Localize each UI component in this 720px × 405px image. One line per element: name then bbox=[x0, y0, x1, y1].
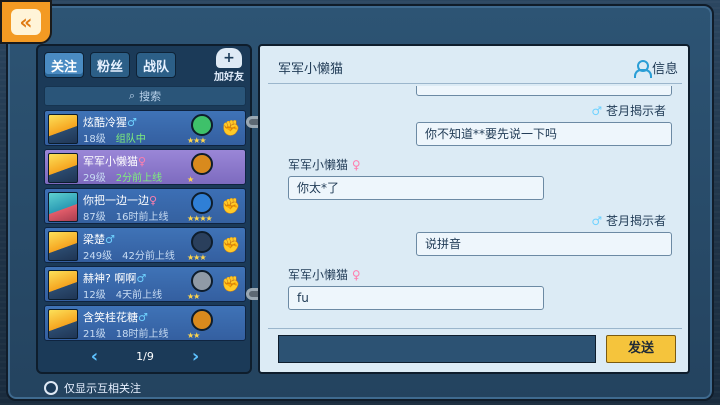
tab-follow[interactable]: 关注 bbox=[44, 52, 84, 78]
friend-status: 4天前上线 bbox=[115, 290, 163, 301]
search-input[interactable]: ⌕ 搜索 bbox=[44, 86, 246, 106]
friend-row[interactable]: 你把一边一边♀ 87级 16时前上线 ★★★★ ✊ bbox=[44, 188, 246, 224]
pagination: ‹ 1/9 › bbox=[44, 344, 246, 368]
chat-input-area: 发送 bbox=[268, 328, 682, 368]
page-indicator: 1/9 bbox=[136, 349, 154, 363]
chat-header: 军军小懒猫 信息 bbox=[268, 52, 682, 84]
next-page-button[interactable]: › bbox=[192, 346, 199, 367]
rank-stars: ★★★ bbox=[187, 136, 206, 145]
chat-panel: 军军小懒猫 信息 ♂ 苍月揭示者 你不知道**要先说一下吗 军军小懒猫 ♀ 你太… bbox=[258, 44, 690, 374]
rank-stars: ★★★ bbox=[187, 253, 206, 262]
tab-fans[interactable]: 粉丝 bbox=[90, 52, 130, 78]
chat-title: 军军小懒猫 bbox=[278, 62, 344, 77]
rank-badge-icon bbox=[191, 192, 213, 214]
message-bubble-partial bbox=[416, 86, 672, 96]
message-sender: ♂ 苍月揭示者 bbox=[591, 104, 666, 118]
add-friend-label: 加好友 bbox=[214, 72, 244, 83]
male-icon: ♂ bbox=[105, 233, 115, 246]
info-button[interactable]: 信息 bbox=[633, 58, 678, 78]
friend-name: 梁楚 bbox=[83, 233, 105, 246]
person-icon bbox=[633, 59, 652, 78]
male-icon: ♂ bbox=[127, 116, 137, 129]
friend-list-panel: 关注 粉丝 战队 + 加好友 ⌕ 搜索 炫酷冷猩♂ 18级 组队中 ★★★ ✊ 军… bbox=[36, 44, 252, 374]
back-button[interactable]: « bbox=[0, 0, 52, 44]
friend-status: 2分前上线 bbox=[115, 173, 163, 184]
friend-status: 组队中 bbox=[115, 134, 146, 145]
rank-stars: ★ bbox=[187, 175, 194, 184]
tab-team[interactable]: 战队 bbox=[136, 52, 176, 78]
mutual-only-label: 仅显示互相关注 bbox=[64, 382, 141, 395]
male-icon: ♂ bbox=[591, 104, 603, 118]
avatar bbox=[48, 309, 78, 339]
info-label: 信息 bbox=[651, 62, 678, 77]
female-icon: ♀ bbox=[351, 268, 361, 282]
friend-row[interactable]: 赫神? 啊啊♂ 12级 4天前上线 ★★ ✊ bbox=[44, 266, 246, 302]
friend-level: 21级 bbox=[83, 329, 106, 340]
search-icon: ⌕ bbox=[128, 89, 136, 102]
mutual-only-toggle[interactable]: 仅显示互相关注 bbox=[44, 380, 141, 396]
message-bubble: 你太*了 bbox=[288, 176, 544, 200]
male-icon: ♂ bbox=[591, 214, 603, 228]
rank-stars: ★★★★ bbox=[187, 214, 213, 223]
male-icon: ♂ bbox=[138, 311, 148, 324]
prev-page-button[interactable]: ‹ bbox=[91, 346, 98, 367]
friend-level: 87级 bbox=[83, 212, 106, 223]
male-icon: ♂ bbox=[136, 272, 147, 285]
message-list: ♂ 苍月揭示者 你不知道**要先说一下吗 军军小懒猫 ♀ 你太*了 ♂ 苍月揭示… bbox=[268, 86, 682, 324]
avatar bbox=[48, 114, 78, 144]
message-sender: 军军小懒猫 ♀ bbox=[288, 268, 361, 282]
friend-level: 18级 bbox=[83, 134, 106, 145]
friend-name: 赫神? 啊啊 bbox=[83, 272, 137, 285]
friend-level: 12级 bbox=[83, 290, 106, 301]
rank-badge-icon bbox=[191, 114, 213, 136]
fist-icon[interactable]: ✊ bbox=[221, 119, 241, 137]
female-icon: ♀ bbox=[138, 155, 147, 168]
friend-level: 249级 bbox=[83, 251, 113, 262]
avatar bbox=[48, 231, 78, 261]
message-bubble: 说拼音 bbox=[416, 232, 672, 256]
chat-input[interactable] bbox=[278, 335, 596, 363]
fist-icon[interactable]: ✊ bbox=[221, 275, 241, 293]
add-friend-icon: + bbox=[216, 48, 242, 68]
fist-icon[interactable]: ✊ bbox=[221, 236, 241, 254]
friend-row[interactable]: 军军小懒猫♀ 29级 2分前上线 ★ bbox=[44, 149, 246, 185]
friend-status: 18时前上线 bbox=[115, 329, 169, 340]
friend-name: 炫酷冷猩 bbox=[83, 116, 127, 129]
radio-icon[interactable] bbox=[44, 381, 58, 395]
friend-status: 42分前上线 bbox=[122, 251, 175, 262]
friend-row[interactable]: 炫酷冷猩♂ 18级 组队中 ★★★ ✊ bbox=[44, 110, 246, 146]
rank-badge-icon bbox=[191, 153, 213, 175]
avatar bbox=[48, 270, 78, 300]
friend-status: 16时前上线 bbox=[115, 212, 169, 223]
rank-stars: ★★ bbox=[187, 331, 200, 340]
rank-badge-icon bbox=[191, 309, 213, 331]
female-icon: ♀ bbox=[149, 194, 158, 207]
back-arrow-icon: « bbox=[11, 9, 41, 35]
friend-name: 你把一边一边 bbox=[83, 194, 149, 207]
search-placeholder: 搜索 bbox=[139, 90, 162, 103]
message-sender: 军军小懒猫 ♀ bbox=[288, 158, 361, 172]
friend-name: 军军小懒猫 bbox=[83, 155, 138, 168]
friend-row[interactable]: 梁楚♂ 249级 42分前上线 ★★★ ✊ bbox=[44, 227, 246, 263]
send-button[interactable]: 发送 bbox=[606, 335, 676, 363]
rank-badge-icon bbox=[191, 231, 213, 253]
friend-list: 炫酷冷猩♂ 18级 组队中 ★★★ ✊ 军军小懒猫♀ 29级 2分前上线 ★ 你把一… bbox=[44, 110, 246, 344]
avatar bbox=[48, 192, 78, 222]
rank-badge-icon bbox=[191, 270, 213, 292]
friend-level: 29级 bbox=[83, 173, 106, 184]
message-sender: ♂ 苍月揭示者 bbox=[591, 214, 666, 228]
message-bubble: fu bbox=[288, 286, 544, 310]
message-bubble: 你不知道**要先说一下吗 bbox=[416, 122, 672, 146]
female-icon: ♀ bbox=[351, 158, 361, 172]
add-friend-button[interactable]: + 加好友 bbox=[212, 48, 246, 84]
friend-tabs: 关注 粉丝 战队 bbox=[44, 52, 176, 78]
fist-icon[interactable]: ✊ bbox=[221, 197, 241, 215]
avatar bbox=[48, 153, 78, 183]
rank-stars: ★★ bbox=[187, 292, 200, 301]
friend-name: 含笑桂花糖 bbox=[83, 311, 138, 324]
friend-row[interactable]: 含笑桂花糖♂ 21级 18时前上线 ★★ bbox=[44, 305, 246, 341]
